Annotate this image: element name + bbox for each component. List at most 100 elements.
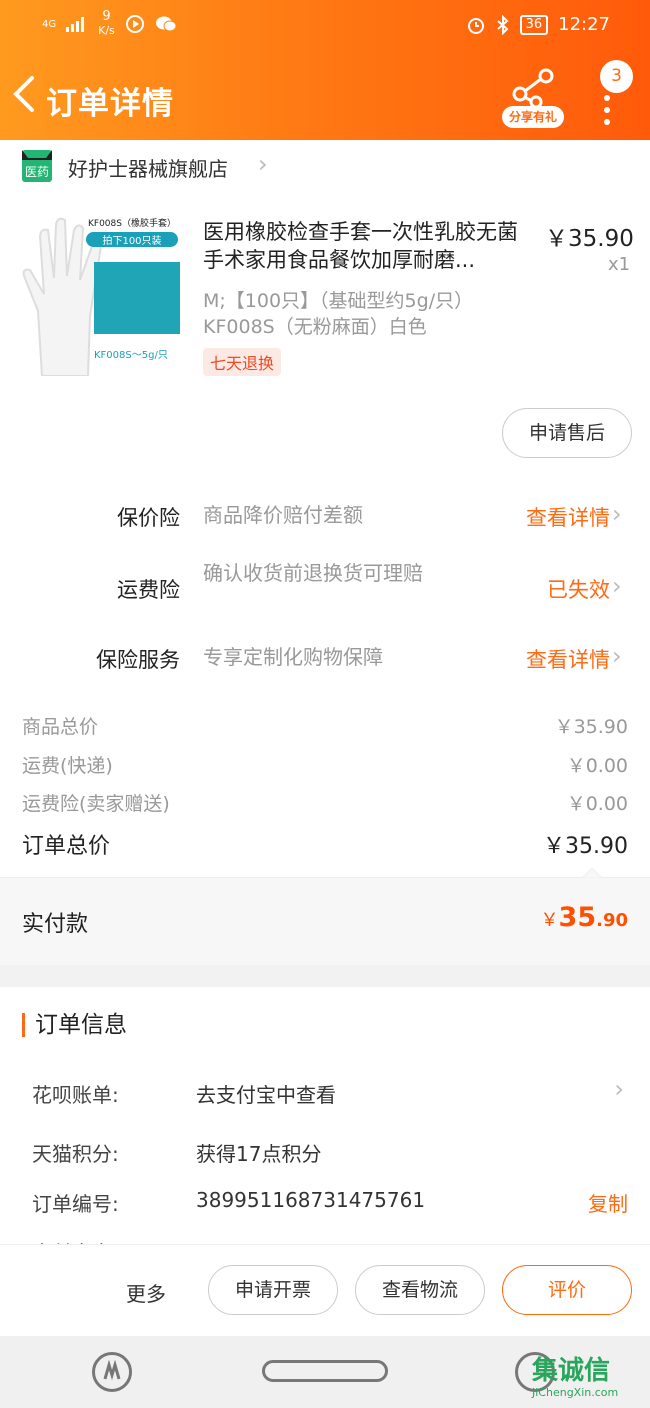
cost-value: ￥0.00 [566,755,628,777]
network-speed: 9 K/s [98,10,115,38]
info-key: 花呗账单: [32,1083,119,1107]
bluetooth-icon [496,14,509,35]
insurance-row-price-protect[interactable]: 保价险 商品降价赔付差额 查看详情 › [0,500,650,562]
cost-label: 商品总价 [22,716,99,738]
insurance-desc: 专享定制化购物保障 [203,645,383,669]
product-card: KF008S（橡胶手套） 拍下100只装 KF008S～5g/只 医用橡胶检查手… [0,192,650,482]
insurance-desc: 确认收货前退换货可理赔 [203,561,423,585]
cat-ears-icon [22,150,52,160]
speed-value: 9 [102,9,111,24]
invoice-button[interactable]: 申请开票 [208,1265,338,1315]
order-total-value: ￥35.90 [543,834,628,859]
video-app-icon [125,15,144,33]
product-title[interactable]: 医用橡胶检查手套一次性乳胶无菌手术家用食品餐饮加厚耐磨... [203,218,533,274]
cost-row: 运费险(卖家赠送) ￥0.00 [22,789,628,816]
status-right: 36 12:27 [466,14,610,35]
shop-logo-icon: 医药 [22,150,52,182]
cost-value: ￥0.00 [566,793,628,815]
notification-badge: 3 [600,60,633,93]
logistics-button[interactable]: 查看物流 [355,1265,485,1315]
clock: 12:27 [558,14,610,35]
watermark-url: JiChengXin.com [532,1386,619,1399]
product-image[interactable]: KF008S（橡胶手套） 拍下100只装 KF008S～5g/只 [22,212,182,382]
signal-icon [66,17,85,32]
box-label-bottom: KF008S～5g/只 [94,350,168,361]
paid-amount-row: 实付款 ￥35.90 [0,868,650,965]
watermark: 集诚信 JiChengXin.com [532,1356,650,1406]
cost-breakdown: 商品总价 ￥35.90 运费(快递) ￥0.00 运费险(卖家赠送) ￥0.00… [0,692,650,877]
chevron-right-icon: › [612,572,622,600]
system-nav-bar: 集诚信 JiChengXin.com [0,1336,650,1408]
chevron-right-icon: › [258,150,268,178]
paid-currency: ￥ [540,910,559,931]
assistant-glyph-icon [103,1359,121,1381]
order-total-row: 订单总价 ￥35.90 [22,828,628,860]
paid-decimal: .90 [596,910,628,931]
box-label-qty: 拍下100只装 [86,232,178,247]
cost-label: 运费(快递) [22,755,113,777]
info-key: 订单编号: [32,1192,119,1216]
more-button[interactable]: 更多 [126,1278,166,1307]
info-key: 天猫积分: [32,1142,119,1166]
return-policy-tag: 七天退换 [203,348,282,376]
info-value: 389951168731475761 [196,1188,426,1212]
info-value: 获得17点积分 [196,1142,322,1166]
share-icon [512,68,554,108]
insurance-label: 保价险 [117,506,180,530]
order-total-label: 订单总价 [22,834,111,859]
order-info-title: 订单信息 [22,1013,127,1037]
battery-level: 36 [525,16,543,32]
spec-line-2: KF008S（无粉麻面）白色 [203,316,427,338]
copy-button[interactable]: 复制 [588,1188,628,1217]
product-price: ￥35.90 [545,226,634,252]
insurance-label: 运费险 [117,578,180,602]
product-spec: M;【100只】（基础型约5g/只） KF008S（无粉麻面）白色 [203,288,533,340]
box-label-top: KF008S（橡胶手套） [88,219,176,229]
insurance-action[interactable]: 已失效 [547,574,610,604]
cost-row: 运费(快递) ￥0.00 [22,751,628,778]
insurance-row-shipping[interactable]: 运费险 确认收货前退换货可理赔 已失效 › [0,560,650,620]
app-header: 4G 9 K/s 36 12:27 订单详情 分享有礼 3 [0,0,650,140]
share-label: 分享有礼 [502,106,564,128]
speed-unit: K/s [98,24,115,37]
shop-logo-text: 医药 [24,165,49,179]
paid-integer: 35 [558,902,597,933]
cost-value: ￥35.90 [554,716,628,738]
insurance-action[interactable]: 查看详情 [526,502,610,532]
battery-icon: 36 [519,14,549,35]
chevron-right-icon: › [614,1075,624,1103]
page-title: 订单详情 [46,86,174,122]
bottom-action-bar: 更多 申请开票 查看物流 评价 [0,1244,650,1336]
wechat-icon [155,16,177,32]
product-box: KF008S（橡胶手套） 拍下100只装 KF008S～5g/只 [80,212,184,362]
alarm-icon [467,17,484,34]
paid-value: ￥35.90 [541,902,628,933]
network-label: 4G [42,18,57,30]
shop-name: 好护士器械旗舰店 [68,157,228,181]
cost-label: 运费险(卖家赠送) [22,793,170,815]
order-info-section: 订单信息 花呗账单: 去支付宝中查看 › 天猫积分: 获得17点积分 订单编号:… [0,987,650,1247]
insurance-section: 保价险 商品降价赔付差额 查看详情 › 运费险 确认收货前退换货可理赔 已失效 … [0,482,650,692]
insurance-label: 保险服务 [96,648,180,672]
after-sale-button[interactable]: 申请售后 [502,408,632,458]
spec-line-1: M;【100只】（基础型约5g/只） [203,290,474,312]
watermark-brand: 集诚信 [532,1356,611,1386]
box-graphic [94,262,180,334]
shop-row[interactable]: 医药 好护士器械旗舰店 › [0,140,650,192]
status-bar: 4G 9 K/s 36 12:27 [0,0,650,52]
info-value: 去支付宝中查看 [196,1083,336,1107]
nav-bar: 订单详情 分享有礼 3 [0,60,650,140]
home-gesture-bar[interactable] [262,1360,388,1382]
cost-row: 商品总价 ￥35.90 [22,712,628,739]
insurance-action[interactable]: 查看详情 [526,644,610,674]
caret-up-icon [582,868,602,878]
status-left: 4G 9 K/s [42,10,177,38]
chevron-right-icon: › [612,500,622,528]
back-arrow-icon[interactable] [10,74,40,114]
paid-label: 实付款 [22,912,89,937]
product-quantity: x1 [608,254,631,275]
review-button[interactable]: 评价 [502,1265,632,1315]
insurance-desc: 商品降价赔付差额 [203,503,363,527]
share-button[interactable]: 分享有礼 [502,68,564,130]
assistant-icon[interactable] [92,1352,132,1392]
